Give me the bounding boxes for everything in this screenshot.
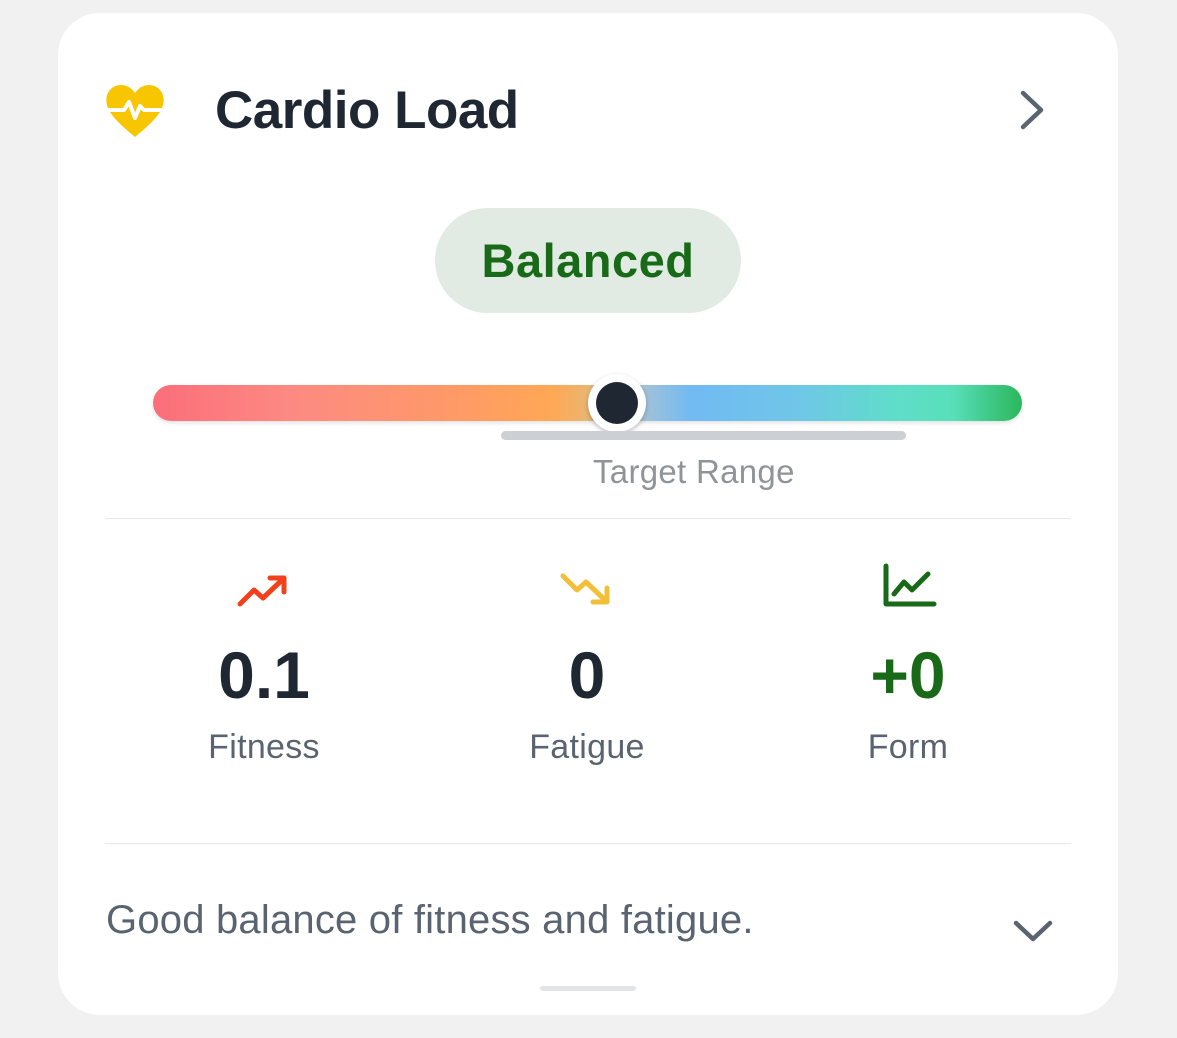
metric-form: +0 Form [748,558,1068,767]
fitness-label: Fitness [208,728,320,766]
form-label: Form [867,728,949,766]
divider [105,518,1071,519]
divider [105,843,1071,844]
heart-pulse-icon [104,85,166,137]
metric-fatigue: 0 Fatigue [427,558,747,767]
card-title: Cardio Load [215,81,519,140]
fitness-value: 0.1 [218,638,310,712]
gauge-indicator [588,374,646,432]
chevron-right-icon[interactable] [1013,85,1053,135]
status-badge: Balanced [435,208,741,313]
cardio-load-card[interactable]: Cardio Load Balanced Target Range 0.1 Fi… [58,13,1118,1015]
status-label: Balanced [481,234,695,287]
line-chart-icon [883,563,937,607]
chevron-down-icon[interactable] [1008,911,1058,951]
drag-handle[interactable] [540,986,636,991]
trending-up-icon [237,575,287,607]
target-range-label: Target Range [593,453,795,490]
target-range-bar [501,431,906,440]
metric-fitness: 0.1 Fitness [104,558,424,767]
fatigue-value: 0 [568,638,606,712]
fatigue-label: Fatigue [529,728,645,766]
summary-text: Good balance of fitness and fatigue. [106,898,754,942]
card-header[interactable]: Cardio Load [58,13,1118,213]
form-value: +0 [870,638,946,712]
trending-down-icon [560,573,610,605]
